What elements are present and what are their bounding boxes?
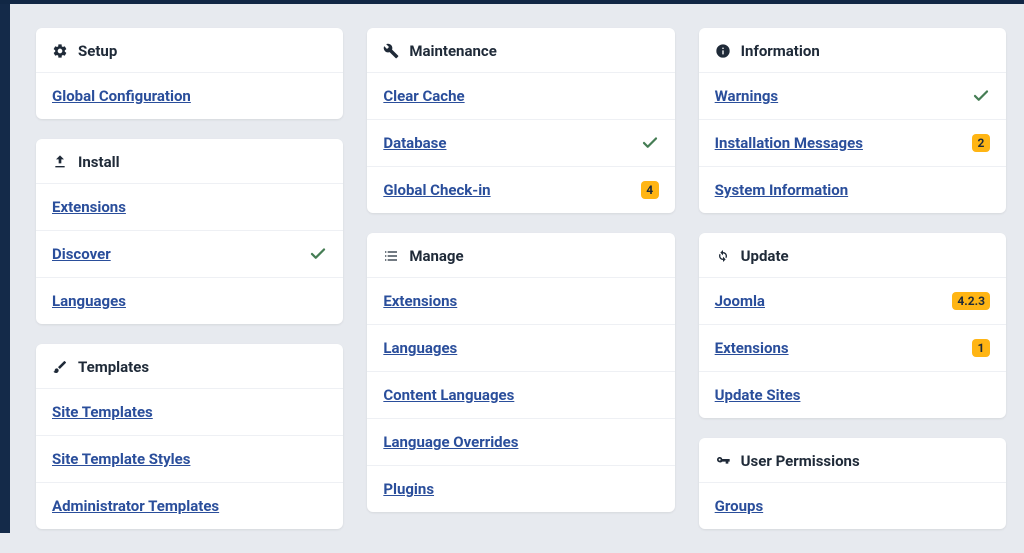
link-label[interactable]: Update Sites [715, 386, 801, 404]
card-templates: Templates Site Templates Site Template S… [36, 344, 343, 529]
link-label[interactable]: Extensions [52, 198, 126, 216]
card-title: User Permissions [741, 452, 860, 470]
link-label[interactable]: Language Overrides [383, 433, 518, 451]
item-language-overrides[interactable]: Language Overrides [367, 418, 674, 465]
card-user-permissions: User Permissions Groups [699, 438, 1006, 529]
card-title: Information [741, 42, 820, 60]
link-label[interactable]: Warnings [715, 87, 778, 105]
link-label[interactable]: Joomla [715, 292, 765, 310]
status-badge: 2 [972, 134, 990, 152]
badge-version: 4.2.3 [952, 292, 990, 310]
link-label[interactable]: Groups [715, 497, 764, 515]
status-badge: 4 [641, 181, 659, 199]
badge-count: 4 [641, 181, 659, 199]
card-title: Maintenance [409, 42, 496, 60]
card-update: Update Joomla 4.2.3 Extensions 1 Update … [699, 233, 1006, 418]
link-label[interactable]: Site Template Styles [52, 450, 190, 468]
item-global-checkin[interactable]: Global Check-in 4 [367, 166, 674, 213]
item-update-extensions[interactable]: Extensions 1 [699, 324, 1006, 371]
item-warnings[interactable]: Warnings [699, 72, 1006, 119]
left-edge-strip [0, 4, 10, 533]
link-label[interactable]: Discover [52, 245, 111, 263]
link-label[interactable]: Content Languages [383, 386, 514, 404]
card-header-update: Update [699, 233, 1006, 277]
item-manage-extensions[interactable]: Extensions [367, 277, 674, 324]
card-header-setup: Setup [36, 28, 343, 72]
status-badge: 1 [972, 339, 990, 357]
check-icon [309, 245, 327, 263]
link-label[interactable]: Database [383, 134, 446, 152]
link-label[interactable]: Site Templates [52, 403, 153, 421]
list-icon [383, 248, 399, 264]
item-update-sites[interactable]: Update Sites [699, 371, 1006, 418]
upload-icon [52, 154, 68, 170]
item-content-languages[interactable]: Content Languages [367, 371, 674, 418]
column-2: Maintenance Clear Cache Database Global … [367, 28, 674, 529]
card-header-install: Install [36, 139, 343, 183]
link-label[interactable]: Administrator Templates [52, 497, 219, 515]
card-header-information: Information [699, 28, 1006, 72]
card-header-user-permissions: User Permissions [699, 438, 1006, 482]
card-information: Information Warnings Installation Messag… [699, 28, 1006, 213]
link-label[interactable]: Plugins [383, 480, 434, 498]
item-administrator-templates[interactable]: Administrator Templates [36, 482, 343, 529]
link-label[interactable]: Languages [383, 339, 457, 357]
check-icon [641, 134, 659, 152]
key-icon [715, 453, 731, 469]
card-title: Update [741, 247, 789, 265]
item-install-languages[interactable]: Languages [36, 277, 343, 324]
link-label[interactable]: Clear Cache [383, 87, 464, 105]
item-system-information[interactable]: System Information [699, 166, 1006, 213]
info-icon [715, 43, 731, 59]
card-title: Templates [78, 358, 149, 376]
item-plugins[interactable]: Plugins [367, 465, 674, 512]
card-header-templates: Templates [36, 344, 343, 388]
system-dashboard: Setup Global Configuration Install Exten… [0, 4, 1024, 553]
link-label[interactable]: Languages [52, 292, 126, 310]
card-header-manage: Manage [367, 233, 674, 277]
card-install: Install Extensions Discover Languages [36, 139, 343, 324]
card-setup: Setup Global Configuration [36, 28, 343, 119]
card-header-maintenance: Maintenance [367, 28, 674, 72]
column-3: Information Warnings Installation Messag… [699, 28, 1006, 529]
item-site-template-styles[interactable]: Site Template Styles [36, 435, 343, 482]
link-label[interactable]: Global Check-in [383, 181, 490, 199]
brush-icon [52, 359, 68, 375]
item-global-configuration[interactable]: Global Configuration [36, 72, 343, 119]
gear-icon [52, 43, 68, 59]
item-installation-messages[interactable]: Installation Messages 2 [699, 119, 1006, 166]
status-badge: 4.2.3 [952, 292, 990, 310]
link-label[interactable]: Global Configuration [52, 87, 191, 105]
item-database[interactable]: Database [367, 119, 674, 166]
sync-icon [715, 248, 731, 264]
card-maintenance: Maintenance Clear Cache Database Global … [367, 28, 674, 213]
link-label[interactable]: Extensions [383, 292, 457, 310]
badge-count: 2 [972, 134, 990, 152]
link-label[interactable]: System Information [715, 181, 848, 199]
column-1: Setup Global Configuration Install Exten… [36, 28, 343, 529]
link-label[interactable]: Extensions [715, 339, 789, 357]
item-install-extensions[interactable]: Extensions [36, 183, 343, 230]
card-title: Manage [409, 247, 463, 265]
wrench-icon [383, 43, 399, 59]
check-icon [972, 87, 990, 105]
item-clear-cache[interactable]: Clear Cache [367, 72, 674, 119]
item-discover[interactable]: Discover [36, 230, 343, 277]
item-joomla-update[interactable]: Joomla 4.2.3 [699, 277, 1006, 324]
item-groups[interactable]: Groups [699, 482, 1006, 529]
card-manage: Manage Extensions Languages Content Lang… [367, 233, 674, 512]
card-title: Setup [78, 42, 117, 60]
badge-count: 1 [972, 339, 990, 357]
card-title: Install [78, 153, 120, 171]
item-site-templates[interactable]: Site Templates [36, 388, 343, 435]
item-manage-languages[interactable]: Languages [367, 324, 674, 371]
link-label[interactable]: Installation Messages [715, 134, 863, 152]
